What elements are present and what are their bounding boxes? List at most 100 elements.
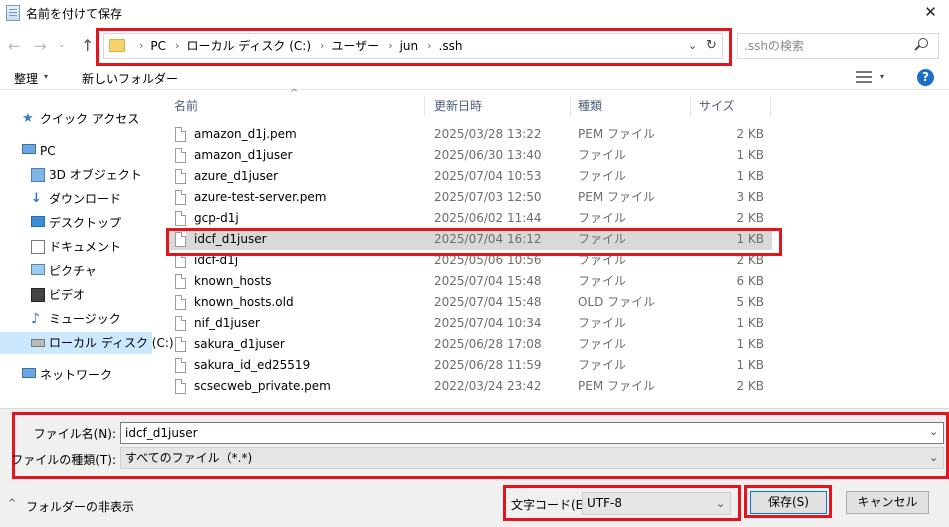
file-row[interactable]: amazon_d1j.pem 2025/03/28 13:22 PEM ファイル 2 … — [166, 124, 772, 145]
new-folder-button[interactable]: 新しいフォルダー — [82, 70, 178, 87]
file-size: 3 KB — [736, 190, 764, 204]
file-type: ファイル — [578, 337, 627, 351]
file-date: 2025/07/04 10:53 — [434, 169, 542, 183]
sidebar-item[interactable]: ネットワーク — [22, 364, 113, 386]
sidebar-item-label: デスクトップ — [49, 216, 122, 230]
breadcrumb-item[interactable]: .ssh — [439, 34, 463, 58]
chevron-down-icon[interactable]: ▾ — [880, 72, 884, 81]
search-box[interactable] — [737, 33, 939, 59]
sidebar-item[interactable]: ↓ ダウンロード — [31, 188, 121, 210]
sidebar-item[interactable]: ビデオ — [31, 284, 85, 306]
sidebar-item-label: 3D オブジェクト — [49, 168, 142, 182]
breadcrumb-item[interactable]: PC — [150, 34, 166, 58]
drive-icon — [31, 339, 45, 347]
file-icon — [175, 274, 186, 289]
file-date: 2025/06/30 13:40 — [434, 148, 542, 162]
file-type: PEM ファイル — [578, 127, 655, 141]
breadcrumb-item[interactable]: ローカル ディスク (C:) — [186, 34, 311, 58]
filetype-value: すべてのファイル（*.*) — [125, 451, 253, 465]
file-row[interactable]: nif_d1juser 2025/07/04 10:34 ファイル 1 KB — [166, 313, 772, 334]
file-date: 2025/07/04 10:34 — [434, 316, 542, 330]
sidebar-item[interactable]: デスクトップ — [31, 212, 122, 234]
file-icon — [175, 337, 186, 352]
back-button[interactable]: ← — [8, 37, 21, 55]
filename-combobox[interactable]: ⌄ — [120, 422, 944, 444]
file-size: 2 KB — [736, 211, 764, 225]
breadcrumb-item[interactable]: jun — [400, 34, 419, 58]
breadcrumb-separator-icon[interactable]: › — [139, 34, 143, 58]
title-bar — [0, 0, 949, 26]
view-options-icon[interactable] — [856, 71, 872, 83]
sidebar-item-label: PC — [40, 144, 56, 158]
encoding-value: UTF-8 — [587, 496, 622, 510]
help-icon[interactable]: ? — [917, 69, 934, 86]
file-name: azure-test-server.pem — [194, 190, 327, 204]
selected-file-highlight — [166, 228, 782, 256]
search-icon[interactable] — [918, 38, 928, 48]
sidebar-item[interactable]: 3D オブジェクト — [31, 164, 142, 186]
file-type: ファイル — [578, 316, 627, 330]
file-row[interactable]: known_hosts 2025/07/04 15:48 ファイル 6 KB — [166, 271, 772, 292]
file-size: 2 KB — [736, 379, 764, 393]
close-button[interactable]: ✕ — [912, 0, 949, 26]
file-row[interactable]: azure_d1juser 2025/07/04 10:53 ファイル 1 KB — [166, 166, 772, 187]
refresh-button[interactable]: ↻ — [706, 34, 717, 58]
encoding-select[interactable]: UTF-8 ⌄ — [582, 492, 731, 515]
file-type: PEM ファイル — [578, 190, 655, 204]
address-dropdown-button[interactable]: ⌄ — [688, 35, 697, 57]
file-row[interactable]: amazon_d1juser 2025/06/30 13:40 ファイル 1 KB — [166, 145, 772, 166]
file-row[interactable]: gcp-d1j 2025/06/02 11:44 ファイル 2 KB — [166, 208, 772, 229]
organize-button[interactable]: 整理 — [14, 70, 38, 87]
file-icon — [175, 358, 186, 373]
file-icon — [175, 169, 186, 184]
file-size: 1 KB — [736, 169, 764, 183]
save-button[interactable]: 保存(S) — [750, 491, 827, 514]
sidebar-item-label: ネットワーク — [40, 368, 113, 382]
sidebar-item[interactable]: PC — [22, 140, 56, 162]
breadcrumb-separator-icon[interactable]: › — [427, 34, 431, 58]
breadcrumb-separator-icon[interactable]: › — [388, 34, 392, 58]
search-input[interactable] — [744, 37, 912, 55]
file-type: ファイル — [578, 211, 627, 225]
cancel-button[interactable]: キャンセル — [846, 491, 929, 514]
file-row[interactable]: sakura_id_ed25519 2025/06/28 11:59 ファイル 1 K… — [166, 355, 772, 376]
history-dropdown-button[interactable]: ⌄ — [58, 40, 66, 50]
chevron-down-icon[interactable]: ▾ — [44, 72, 48, 81]
file-row[interactable]: scsecweb_private.pem 2022/03/24 23:42 PEM … — [166, 376, 772, 397]
music-icon: ♪ — [31, 311, 40, 327]
breadcrumb-item[interactable]: ユーザー — [331, 34, 379, 58]
file-row[interactable]: sakura_d1juser 2025/06/28 17:08 ファイル 1 KB — [166, 334, 772, 355]
file-row[interactable]: azure-test-server.pem 2025/07/03 12:50 PEM… — [166, 187, 772, 208]
file-row[interactable]: known_hosts.old 2025/07/04 15:48 OLD ファイル 5… — [166, 292, 772, 313]
forward-button[interactable]: → — [34, 37, 47, 55]
breadcrumb-separator-icon[interactable]: › — [175, 34, 179, 58]
filename-input[interactable] — [125, 425, 915, 441]
file-name: gcp-d1j — [194, 211, 239, 225]
window-title: 名前を付けて保存 — [26, 7, 123, 21]
breadcrumb-separator-icon[interactable]: › — [320, 34, 324, 58]
sidebar-item[interactable]: ローカル ディスク (C:) — [0, 332, 174, 354]
chevron-down-icon[interactable]: ⌄ — [929, 425, 938, 438]
file-icon — [175, 127, 186, 142]
sidebar-item[interactable]: ♪ ミュージック — [31, 308, 121, 330]
sidebar-item[interactable]: ドキュメント — [31, 236, 121, 258]
chevron-down-icon[interactable]: ⌄ — [929, 448, 938, 468]
file-size: 1 KB — [736, 337, 764, 351]
sidebar-item[interactable]: ★ クイック アクセス — [22, 108, 140, 130]
sidebar-item-label: クイック アクセス — [40, 112, 140, 126]
sidebar-item[interactable]: ピクチャ — [31, 260, 97, 282]
document-icon — [31, 240, 45, 254]
chevron-down-icon[interactable]: ⌄ — [716, 493, 725, 514]
video-icon — [31, 288, 45, 302]
file-date: 2022/03/24 23:42 — [434, 379, 542, 393]
file-icon — [175, 295, 186, 310]
file-name: amazon_d1j.pem — [194, 127, 297, 141]
file-icon — [175, 316, 186, 331]
file-name: azure_d1juser — [194, 169, 279, 183]
file-name: amazon_d1juser — [194, 148, 293, 162]
up-folder-button[interactable]: ↑ — [81, 36, 94, 55]
file-type: PEM ファイル — [578, 379, 655, 393]
computer-icon — [22, 144, 36, 154]
filetype-select[interactable]: すべてのファイル（*.*) ⌄ — [120, 447, 944, 469]
address-bar[interactable]: › PC › ローカル ディスク (C:) › ユーザー › jun › .ssh ⌄ ↻ — [103, 33, 723, 59]
